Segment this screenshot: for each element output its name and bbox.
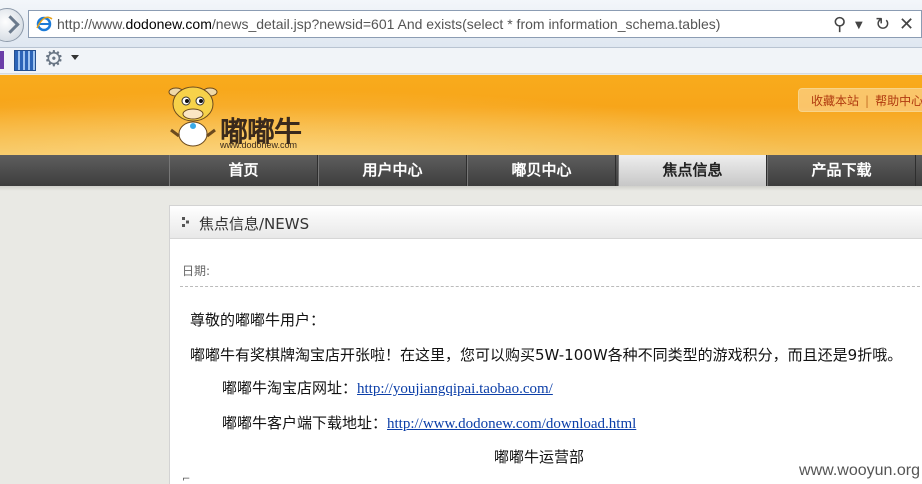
- bookmark-icon[interactable]: [0, 51, 4, 69]
- shop-label: 嘟嘟牛淘宝店网址：: [222, 379, 358, 397]
- panel-title: 焦点信息/NEWS: [199, 215, 310, 233]
- address-bar-row: http://www.dodonew.com/news_detail.jsp?n…: [0, 0, 922, 48]
- site-logo-url: www.dodonew.com: [220, 140, 298, 150]
- ie-page-icon: [36, 16, 53, 32]
- download-label: 嘟嘟牛客户端下载地址：: [222, 414, 388, 432]
- nav-item-download[interactable]: 产品下载: [767, 155, 916, 186]
- dropdown-arrow-icon[interactable]: ▼: [855, 20, 863, 31]
- download-link[interactable]: http://www.dodonew.com/download.html: [387, 416, 636, 432]
- download-line: 嘟嘟牛客户端下载地址：http://www.dodonew.com/downlo…: [222, 412, 636, 433]
- back-button[interactable]: [0, 8, 24, 42]
- date-label: 日期:: [182, 264, 211, 278]
- compat-view-icon[interactable]: [14, 50, 36, 71]
- search-icon[interactable]: ⚲: [833, 14, 846, 35]
- panel-header: 焦点信息/NEWS: [170, 206, 922, 239]
- stop-icon[interactable]: ✕: [899, 14, 914, 35]
- chevron-down-icon[interactable]: [71, 55, 79, 60]
- body-text: 嘟嘟牛有奖棋牌淘宝店开张啦！在这里，您可以购买5W-100W各种不同类型的游戏积…: [190, 346, 903, 364]
- shop-link[interactable]: http://youjiangqipai.taobao.com/: [357, 381, 553, 397]
- top-links: 收藏本站 | 帮助中心: [798, 88, 922, 112]
- divider: [180, 286, 922, 287]
- site-header: [0, 75, 922, 155]
- url-text: http://www.dodonew.com/news_detail.jsp?n…: [57, 16, 721, 32]
- watermark-text: www.wooyun.org: [799, 462, 920, 479]
- nav-item-news[interactable]: 焦点信息: [618, 155, 767, 186]
- shop-line: 嘟嘟牛淘宝店网址：http://youjiangqipai.taobao.com…: [222, 377, 553, 398]
- mascot-logo-icon[interactable]: [166, 80, 220, 148]
- bullet-arrow-icon: [182, 217, 189, 227]
- nav-item-dubei-center[interactable]: 嘟贝中心: [467, 155, 616, 186]
- news-panel: 焦点信息/NEWS 日期: 尊敬的嘟嘟牛用户： 嘟嘟牛有奖棋牌淘宝店开张啦！在这…: [169, 205, 922, 484]
- signature-text: 嘟嘟牛运营部: [494, 448, 585, 466]
- bookmark-site-link[interactable]: 收藏本站: [811, 94, 859, 108]
- gear-icon[interactable]: ⚙: [44, 47, 64, 72]
- greeting-text: 尊敬的嘟嘟牛用户：: [190, 311, 326, 329]
- url-field[interactable]: http://www.dodonew.com/news_detail.jsp?n…: [28, 10, 922, 38]
- nav-item-user-center[interactable]: 用户中心: [318, 155, 467, 186]
- corner-mark: ⌐: [182, 474, 191, 484]
- help-center-link[interactable]: 帮助中心: [875, 94, 922, 108]
- link-separator: |: [865, 94, 870, 108]
- nav-item-home[interactable]: 首页: [169, 155, 318, 186]
- nav-shadow: [0, 186, 922, 191]
- refresh-icon[interactable]: ↻: [875, 14, 890, 35]
- main-nav: 首页 用户中心 嘟贝中心 焦点信息 产品下载: [0, 155, 922, 186]
- browser-toolbar: ⚙: [0, 47, 922, 74]
